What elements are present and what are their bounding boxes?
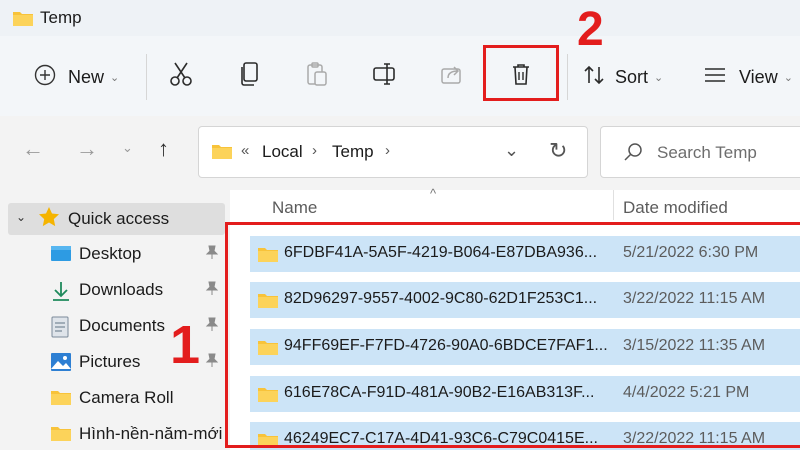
share-button[interactable] <box>434 58 470 94</box>
folder-icon <box>211 142 233 165</box>
sort-arrows-icon <box>582 64 606 91</box>
delete-highlight-box <box>483 45 559 101</box>
cut-button[interactable] <box>163 58 199 94</box>
sidebar-item-label: Hình-nền-năm-mới <box>79 424 223 443</box>
up-arrow-icon[interactable]: ↑ <box>158 136 169 162</box>
overflow-chevron[interactable]: « <box>241 142 249 159</box>
title-bar: Temp <box>0 0 800 36</box>
sort-button[interactable]: Sort ⌄ <box>582 58 663 96</box>
view-button[interactable]: View ⌄ <box>703 58 793 96</box>
command-bar: New ⌄ Sort ⌄ View ⌄ <box>0 36 800 116</box>
forward-arrow-icon[interactable]: → <box>76 136 98 162</box>
sidebar-item-camera-roll[interactable]: Camera Roll <box>50 384 225 414</box>
chevron-down-icon: ⌄ <box>783 71 793 84</box>
sidebar-item-quick-access[interactable]: ⌄ Quick access <box>8 203 225 235</box>
sidebar-item-label: Camera Roll <box>79 388 174 407</box>
folder-icon <box>50 424 72 447</box>
search-box[interactable]: Search Temp <box>600 126 800 178</box>
search-placeholder: Search Temp <box>657 143 757 162</box>
desktop-icon <box>50 244 72 269</box>
plus-circle-icon <box>34 64 56 91</box>
copy-icon <box>239 61 261 92</box>
new-button[interactable]: New ⌄ <box>34 58 119 96</box>
files-highlight-box <box>225 222 800 448</box>
address-bar[interactable]: « Local › Temp › ⌄ ↻ <box>198 126 588 178</box>
share-icon <box>440 63 464 90</box>
document-icon <box>50 316 70 343</box>
sidebar-item-label: Pictures <box>79 352 141 371</box>
pictures-icon <box>50 352 72 377</box>
breadcrumb-separator-icon[interactable]: › <box>385 142 390 159</box>
folder-icon <box>50 388 72 411</box>
address-row: ← → ⌄ ↑ « Local › Temp › ⌄ ↻ Search Temp <box>0 116 800 190</box>
recent-locations-chevron-icon[interactable]: ⌄ <box>122 140 133 156</box>
chevron-down-icon: ⌄ <box>110 71 120 84</box>
scissors-icon <box>169 61 193 92</box>
paste-button[interactable] <box>299 58 335 94</box>
divider <box>146 54 147 100</box>
view-label: View <box>739 66 778 87</box>
back-arrow-icon[interactable]: ← <box>22 136 44 162</box>
download-icon <box>50 280 72 307</box>
copy-button[interactable] <box>232 58 268 94</box>
sidebar-item-downloads[interactable]: Downloads <box>50 276 225 306</box>
breadcrumb-temp[interactable]: Temp <box>332 142 374 162</box>
chevron-down-icon: ⌄ <box>654 71 664 84</box>
sidebar-item-label: Documents <box>79 316 165 335</box>
sidebar-item-desktop[interactable]: Desktop <box>50 240 225 270</box>
breadcrumb-local[interactable]: Local <box>262 142 303 162</box>
folder-icon <box>12 9 34 32</box>
quick-access-label: Quick access <box>68 209 170 228</box>
sort-ascending-icon: ^ <box>430 186 437 201</box>
new-label: New <box>68 66 105 87</box>
sidebar-item-label: Downloads <box>79 280 164 299</box>
sidebar-item-hinh-nen[interactable]: Hình-nền-năm-mới <box>50 420 225 450</box>
pin-icon[interactable] <box>205 352 219 373</box>
star-icon <box>38 206 60 233</box>
column-header-name[interactable]: Name <box>272 198 317 218</box>
column-divider[interactable] <box>613 190 614 220</box>
rename-icon <box>372 62 398 91</box>
window-title: Temp <box>40 8 82 27</box>
divider <box>567 54 568 100</box>
breadcrumb-separator-icon[interactable]: › <box>312 142 317 159</box>
step-2-label: 2 <box>577 3 604 56</box>
address-dropdown-chevron-icon[interactable]: ⌄ <box>504 140 519 161</box>
pin-icon[interactable] <box>205 280 219 301</box>
rename-button[interactable] <box>367 58 403 94</box>
chevron-down-icon[interactable]: ⌄ <box>16 210 26 224</box>
refresh-icon[interactable]: ↻ <box>549 138 567 164</box>
view-list-icon <box>703 66 727 89</box>
sort-label: Sort <box>615 66 649 87</box>
search-icon <box>623 142 643 167</box>
sidebar-item-label: Desktop <box>79 244 142 263</box>
pin-icon[interactable] <box>205 244 219 265</box>
column-header-date-modified[interactable]: Date modified <box>623 198 728 218</box>
pin-icon[interactable] <box>205 316 219 337</box>
step-1-label: 1 <box>170 315 201 375</box>
clipboard-icon <box>305 61 329 92</box>
